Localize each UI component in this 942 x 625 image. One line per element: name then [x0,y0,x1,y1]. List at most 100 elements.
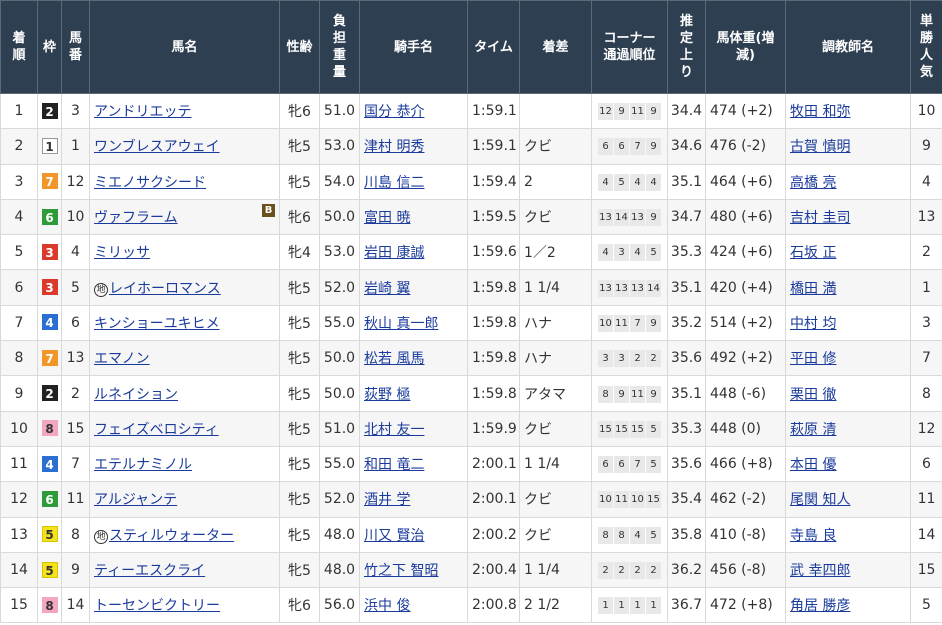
corner-order: 15 15 15 5 [598,420,661,438]
trainer-link[interactable]: 角居 勝彦 [790,598,850,614]
header-margin[interactable]: 着差 [519,0,592,94]
header-jockey[interactable]: 騎手名 [359,0,468,94]
corner-order: 8845 [598,526,661,544]
header-rank[interactable]: 着順 [0,0,38,94]
trainer-link[interactable]: 本田 優 [790,457,836,473]
header-trainer[interactable]: 調教師名 [785,0,911,94]
corner-cell: 3322 [591,340,668,377]
horse-link[interactable]: ルネイション [94,387,178,403]
corner-position: 15 [646,491,661,509]
header-last3f[interactable]: 推定上り [667,0,706,94]
num-cell: 3 [61,92,90,130]
jockey-link[interactable]: 竹之下 智昭 [364,563,438,579]
horse-link[interactable]: フェイズベロシティ [94,422,219,438]
horse-link[interactable]: ヴァフラーム [94,210,178,226]
rank-cell: 4 [0,198,38,236]
pop-cell: 6 [910,445,942,483]
margin-cell: 1／2 [519,234,592,271]
last3f-cell: 35.4 [667,481,706,518]
horse-link[interactable]: エテルナミノル [94,457,192,473]
corner-position: 15 [614,420,629,438]
trainer-link[interactable]: 寺島 良 [790,528,836,544]
jockey-link[interactable]: 岩田 康誠 [364,245,424,261]
frame-badge: 2 [41,385,58,402]
jockey-cell: 秋山 真一郎 [359,304,468,342]
jockey-link[interactable]: 津村 明秀 [364,139,424,155]
table-row: 8 7 13 エマノン 牝5 50.0 松若 風馬 1:59.8 ハナ 3322… [0,340,942,377]
corner-cell: 2222 [591,551,668,589]
time-cell: 2:00.1 [467,445,520,483]
margin-cell: クビ [519,481,592,518]
trainer-link[interactable]: 牧田 和弥 [790,104,850,120]
corner-position: 4 [630,173,645,191]
header-pop[interactable]: 単勝人気 [910,0,942,94]
jockey-link[interactable]: 北村 友一 [364,422,424,438]
header-frame[interactable]: 枠 [37,0,62,94]
trainer-link[interactable]: 萩原 清 [790,422,836,438]
header-body[interactable]: 馬体重(増減) [705,0,786,94]
jockey-cell: 松若 風馬 [359,340,468,377]
corner-order: 2222 [598,562,661,579]
horse-link[interactable]: エマノン [94,351,150,367]
jockey-link[interactable]: 浜中 俊 [364,598,410,614]
trainer-cell: 吉村 圭司 [785,198,911,236]
frame-cell: 4 [37,445,62,483]
horse-link[interactable]: ティーエスクライ [94,563,205,579]
header-weight[interactable]: 負担重量 [319,0,360,94]
trainer-link[interactable]: 石坂 正 [790,245,836,261]
horse-link[interactable]: レイホーロマンス [109,281,221,297]
jockey-link[interactable]: 松若 風馬 [364,351,424,367]
horse-link[interactable]: スティルウォーター [109,528,234,544]
corner-position: 7 [630,456,645,474]
jockey-link[interactable]: 岩崎 翼 [364,281,410,297]
trainer-link[interactable]: 尾関 知人 [790,492,850,508]
jockey-link[interactable]: 川又 賢治 [364,528,424,544]
trainer-link[interactable]: 平田 修 [790,351,836,367]
frame-cell: 2 [37,92,62,130]
jockey-link[interactable]: 和田 竜二 [364,457,424,473]
horse-link[interactable]: ミエノサクシード [94,175,206,191]
frame-badge: 6 [41,208,58,225]
time-cell: 1:59.6 [467,234,520,271]
corner-position: 11 [630,385,645,403]
jockey-link[interactable]: 富田 暁 [364,210,410,226]
horse-link[interactable]: ワンブレスアウェイ [94,139,220,155]
horse-cell: ティーエスクライ [89,551,280,589]
horse-link[interactable]: アルジャンテ [94,492,177,508]
margin-cell: クビ [519,198,592,236]
corner-position: 4 [598,173,613,191]
header-num[interactable]: 馬番 [61,0,90,94]
rank-cell: 1 [0,92,38,130]
jockey-link[interactable]: 川島 信二 [364,175,424,191]
corner-position: 6 [614,456,629,474]
jockey-link[interactable]: 酒井 学 [364,492,410,508]
margin-cell: クビ [519,410,592,447]
corner-position: 2 [614,562,629,579]
header-time[interactable]: タイム [467,0,520,94]
trainer-link[interactable]: 栗田 徹 [790,387,836,403]
jockey-link[interactable]: 国分 恭介 [364,104,424,120]
frame-badge: 5 [41,561,58,578]
corner-position: 1 [598,597,613,615]
horse-link[interactable]: ミリッサ [94,245,150,261]
header-corner[interactable]: コーナー通過順位 [591,0,668,94]
jockey-link[interactable]: 秋山 真一郎 [364,316,438,332]
trainer-link[interactable]: 吉村 圭司 [790,210,850,226]
corner-position: 10 [598,314,613,332]
jockey-link[interactable]: 荻野 極 [364,387,410,403]
trainer-link[interactable]: 武 幸四郎 [790,563,850,579]
header-sexage[interactable]: 性齢 [279,0,320,94]
horse-link[interactable]: アンドリエッテ [94,104,191,120]
trainer-link[interactable]: 中村 均 [790,316,836,332]
trainer-link[interactable]: 高橋 亮 [790,175,836,191]
rank-cell: 9 [0,375,38,412]
frame-badge: 7 [41,349,58,366]
pop-cell: 13 [910,198,942,236]
trainer-link[interactable]: 橋田 満 [790,281,836,297]
trainer-link[interactable]: 古賀 慎明 [790,139,850,155]
horse-link[interactable]: トーセンビクトリー [94,598,220,614]
sexage-cell: 牝4 [279,234,320,271]
horse-link[interactable]: キンショーユキヒメ [94,316,220,332]
header-horse[interactable]: 馬名 [89,0,280,94]
body-cell: 474 (+2) [705,92,786,130]
